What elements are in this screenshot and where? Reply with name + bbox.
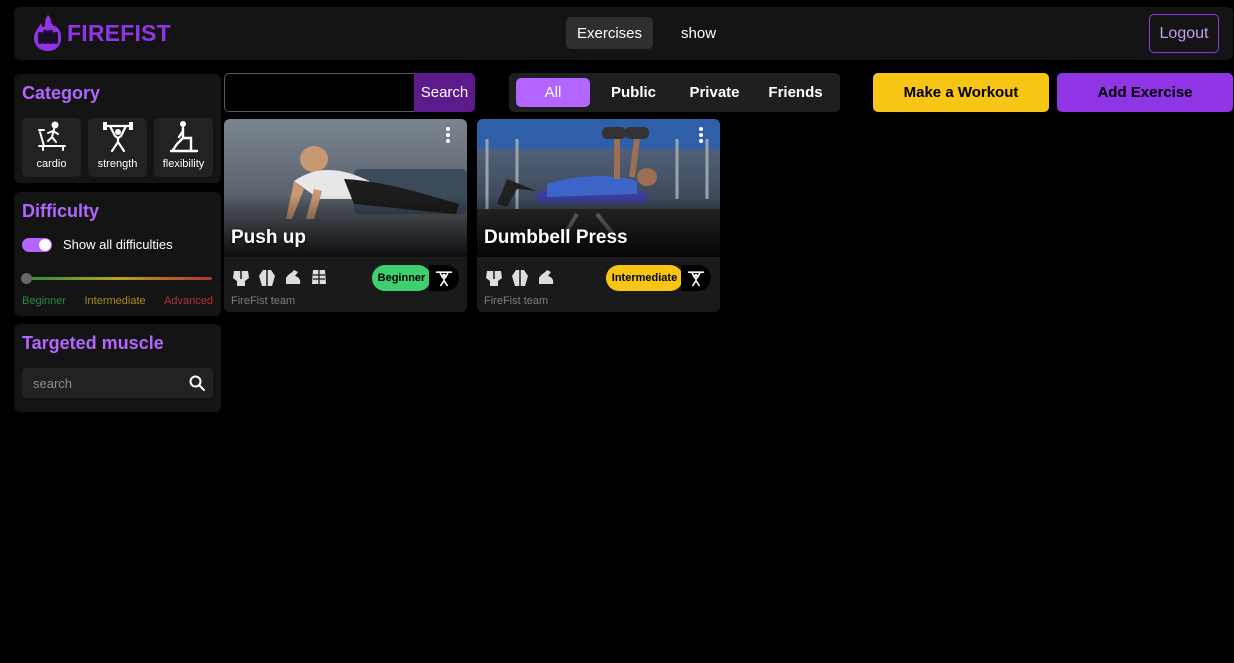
arm-icon	[539, 270, 554, 284]
category-label: strength	[97, 158, 138, 170]
category-panel: Category cardio strength flexibility	[14, 74, 221, 183]
exercise-title: Dumbbell Press	[484, 227, 628, 248]
filter-friends[interactable]: Friends	[752, 78, 839, 107]
muscle-icons	[484, 267, 556, 287]
fist-flame-icon	[34, 15, 62, 51]
category-title: Category	[22, 83, 101, 103]
muscle-panel: Targeted muscle search	[14, 324, 221, 412]
category-flexibility[interactable]: flexibility	[154, 118, 213, 177]
treadmill-icon	[37, 121, 66, 151]
add-exercise-button[interactable]: Add Exercise	[1057, 73, 1233, 112]
category-label: cardio	[36, 158, 67, 170]
category-badge	[429, 265, 459, 291]
brand-logo[interactable]: FIREFIST	[31, 14, 171, 52]
filter-public[interactable]: Public	[590, 78, 677, 107]
difficulty-toggle[interactable]	[22, 237, 52, 252]
toggle-label: Show all difficulties	[63, 237, 173, 252]
main-nav: Exercises show	[566, 17, 736, 49]
difficulty-panel: Difficulty Show all difficulties Beginne…	[14, 192, 221, 316]
difficulty-title: Difficulty	[22, 201, 100, 221]
visibility-filter: All Public Private Friends	[509, 73, 840, 112]
make-workout-button[interactable]: Make a Workout	[873, 73, 1049, 112]
search-button[interactable]: Search	[414, 73, 475, 112]
category-cardio[interactable]: cardio	[22, 118, 81, 177]
weightlifter-icon	[102, 122, 133, 153]
exercise-author: FireFist team	[484, 295, 549, 307]
filter-private[interactable]: Private	[677, 78, 752, 107]
filter-all[interactable]: All	[516, 78, 590, 107]
back-icon	[512, 270, 528, 286]
nav-exercises[interactable]: Exercises	[566, 17, 654, 49]
arm-icon	[286, 270, 301, 284]
category-label: flexibility	[162, 158, 205, 170]
muscle-search-input[interactable]: search	[22, 368, 213, 398]
exercise-search: Search	[224, 73, 475, 112]
difficulty-slider[interactable]	[24, 277, 212, 280]
more-options-icon[interactable]	[445, 127, 451, 143]
level-intermediate: Intermediate	[84, 295, 146, 307]
muscle-icons	[231, 267, 329, 287]
search-icon[interactable]	[189, 375, 205, 391]
exercise-card[interactable]: Push up Beginner FireFist team	[224, 119, 467, 312]
back-icon	[259, 270, 275, 286]
difficulty-badge: Beginner	[372, 265, 431, 291]
nav-show[interactable]: show	[661, 17, 736, 49]
category-strength[interactable]: strength	[88, 118, 147, 177]
category-badge	[681, 265, 711, 291]
muscle-search-placeholder: search	[33, 375, 73, 391]
top-navbar: FIREFIST Exercises show Logout	[14, 7, 1233, 60]
exercise-card[interactable]: Dumbbell Press Intermediate FireFist tea…	[477, 119, 720, 312]
chest-icon	[233, 271, 249, 286]
weightlifter-icon	[435, 271, 453, 287]
abs-icon	[312, 270, 326, 284]
difficulty-badge: Intermediate	[606, 265, 683, 291]
brand-name: FIREFIST	[67, 19, 171, 46]
more-options-icon[interactable]	[698, 127, 704, 143]
weightlifter-icon	[687, 271, 705, 287]
exercise-search-input[interactable]	[224, 73, 414, 112]
difficulty-slider-handle[interactable]	[21, 273, 32, 284]
muscle-title: Targeted muscle	[22, 333, 164, 353]
logout-button[interactable]: Logout	[1149, 14, 1219, 53]
level-advanced: Advanced	[164, 295, 213, 307]
level-beginner: Beginner	[22, 295, 67, 307]
chest-icon	[486, 271, 502, 286]
exercise-title: Push up	[231, 227, 306, 248]
stretch-icon	[169, 121, 198, 153]
exercise-author: FireFist team	[231, 295, 296, 307]
